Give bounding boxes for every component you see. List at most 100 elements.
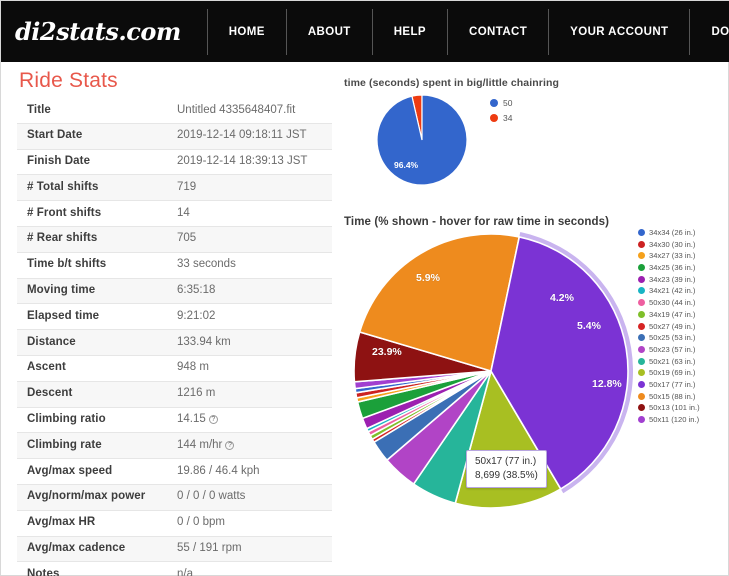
table-row: Climbing ratio 14.15? (17, 407, 332, 433)
table-row: Distance 133.94 km (17, 329, 332, 356)
table-row: Start Date 2019-12-14 09:18:11 JST (17, 123, 332, 150)
stat-label: Climbing ratio (27, 413, 106, 426)
legend-label: 50x13 (101 in.) (649, 403, 700, 413)
stat-value-text: 133.94 km (177, 335, 231, 348)
stat-value: 1216 m (167, 381, 332, 407)
table-row: Notes n/a (17, 562, 332, 576)
legend-item[interactable]: 50x13 (101 in.) (638, 403, 700, 412)
legend-item[interactable]: 50x19 (69 in.) (638, 368, 700, 377)
legend-item[interactable]: 50x25 (53 in.) (638, 333, 700, 342)
legend-label: 34 (503, 113, 513, 123)
legend-label: 34x34 (26 in.) (649, 228, 696, 237)
legend-item[interactable]: 34x19 (47 in.) (638, 310, 700, 319)
stat-value: 719 (167, 175, 332, 201)
stat-value-text: 2019-12-14 18:39:13 JST (177, 155, 308, 168)
legend-item[interactable]: 50x17 (77 in.) (638, 380, 700, 389)
legend-item[interactable]: 34x34 (26 in.) (638, 228, 700, 237)
legend-color-dot (638, 252, 645, 260)
page-root: di2stats.com HOME ABOUT HELP CONTACT YOU… (0, 0, 729, 576)
legend-item[interactable]: 50x11 (120 in.) (638, 415, 700, 424)
legend-color-dot (638, 240, 645, 248)
stat-label: Elapsed time (27, 309, 100, 322)
help-icon[interactable]: ? (208, 415, 218, 425)
legend-item[interactable]: 50x23 (57 in.) (638, 345, 700, 354)
legend-item[interactable]: 34x25 (36 in.) (638, 263, 700, 272)
main-navigation: HOME ABOUT HELP CONTACT YOUR ACCOUNT DON… (206, 8, 729, 55)
table-row: Elapsed time 9:21:02 (17, 304, 332, 330)
legend-color-dot (638, 229, 645, 236)
stat-label: Time b/t shifts (27, 258, 107, 271)
legend-label: 34x19 (47 in.) (649, 309, 696, 319)
stat-value-text: 719 (177, 180, 197, 193)
legend-item[interactable]: 34x21 (42 in.) (638, 286, 700, 295)
stat-value: 2019-12-14 18:39:13 JST (167, 149, 332, 175)
stat-value: 19.86 / 46.4 kph (167, 459, 332, 485)
legend-item[interactable]: 50x30 (44 in.) (638, 298, 700, 307)
legend-item[interactable]: 50 (490, 98, 512, 108)
nav-item-about[interactable]: ABOUT (285, 8, 372, 55)
gear-time-chart: Time (% shown - hover for raw time in se… (344, 216, 724, 509)
chainring-pie-graphic[interactable] (376, 94, 468, 186)
legend-item[interactable]: 34 (490, 113, 512, 123)
table-row: # Total shifts 719 (17, 174, 332, 201)
stat-label: Notes (27, 567, 60, 576)
legend-item[interactable]: 34x30 (30 in.) (638, 240, 700, 249)
site-logo[interactable]: di2stats.com (15, 17, 181, 46)
pie-slice-tooltip: 50x17 (77 in.) 8,699 (38.5%) (466, 450, 547, 488)
stat-value: 0 / 0 / 0 watts (167, 484, 332, 510)
stat-value-text: 19.86 / 46.4 kph (177, 464, 260, 477)
nav-item-help[interactable]: HELP (371, 8, 447, 55)
chainring-legend: 50 34 (490, 98, 512, 128)
nav-item-donate[interactable]: DONATE (689, 8, 729, 55)
stat-value-text: 144 m/hr (177, 438, 223, 451)
legend-label: 50x27 (49 in.) (649, 321, 696, 331)
stat-label: Moving time (27, 284, 96, 297)
stat-value-text: 0 / 0 bpm (177, 516, 225, 529)
stat-label: Ascent (27, 361, 66, 374)
legend-item[interactable]: 34x23 (39 in.) (638, 275, 700, 284)
stat-value-text: 0 / 0 / 0 watts (177, 490, 246, 503)
table-row: Time b/t shifts 33 seconds (17, 252, 332, 279)
nav-item-home[interactable]: HOME (206, 8, 286, 55)
stat-value: 948 m (167, 355, 332, 381)
legend-label: 50x21 (63 in.) (649, 356, 696, 366)
stat-value: 133.94 km (167, 330, 332, 356)
stat-value: Untitled 4335648407.fit (167, 98, 332, 123)
stat-value: 144 m/hr? (167, 433, 332, 459)
site-header: di2stats.com HOME ABOUT HELP CONTACT YOU… (1, 1, 729, 62)
stat-value: 6:35:18 (167, 278, 332, 304)
stat-value-text: 14.15 (177, 413, 206, 426)
chainring-chart-title: time (seconds) spent in big/little chain… (344, 77, 560, 89)
legend-item[interactable]: 50x15 (88 in.) (638, 392, 700, 401)
nav-item-your-account[interactable]: YOUR ACCOUNT (548, 8, 689, 55)
table-row: Descent 1216 m (17, 381, 332, 408)
stat-value: n/a (167, 562, 332, 576)
stat-value-text: 33 seconds (177, 258, 236, 271)
table-row: Avg/max HR 0 / 0 bpm (17, 510, 332, 537)
stat-label: # Front shifts (27, 206, 102, 219)
charts-panel: time (seconds) spent in big/little chain… (344, 77, 724, 509)
legend-label: 50x30 (44 in.) (649, 298, 696, 308)
stat-label: Avg/max HR (27, 516, 96, 529)
stat-value: 33 seconds (167, 252, 332, 278)
stat-label: Climbing rate (27, 438, 102, 451)
legend-label: 50x15 (88 in.) (649, 391, 696, 401)
stat-label: Avg/max speed (27, 464, 113, 477)
pie-slice[interactable] (376, 94, 468, 186)
stat-value: 9:21:02 (167, 304, 332, 330)
help-icon[interactable]: ? (225, 440, 235, 450)
ride-stats-panel: Ride Stats Title Untitled 4335648407.fit S… (17, 69, 332, 576)
tooltip-line-1: 50x17 (77 in.) (475, 456, 537, 467)
legend-label: 50x17 (77 in.) (649, 379, 696, 389)
legend-item[interactable]: 50x21 (63 in.) (638, 357, 700, 366)
legend-item[interactable]: 50x27 (49 in.) (638, 322, 700, 331)
stat-value: 14 (167, 201, 332, 227)
legend-color-dot (638, 345, 645, 353)
legend-color-dot (638, 404, 645, 412)
legend-label: 34x21 (42 in.) (649, 286, 696, 296)
legend-item[interactable]: 34x27 (33 in.) (638, 251, 700, 260)
legend-label: 50x19 (69 in.) (649, 368, 696, 378)
legend-label: 34x30 (30 in.) (649, 239, 696, 249)
nav-item-contact[interactable]: CONTACT (447, 8, 548, 55)
legend-label: 34x25 (36 in.) (649, 263, 696, 273)
